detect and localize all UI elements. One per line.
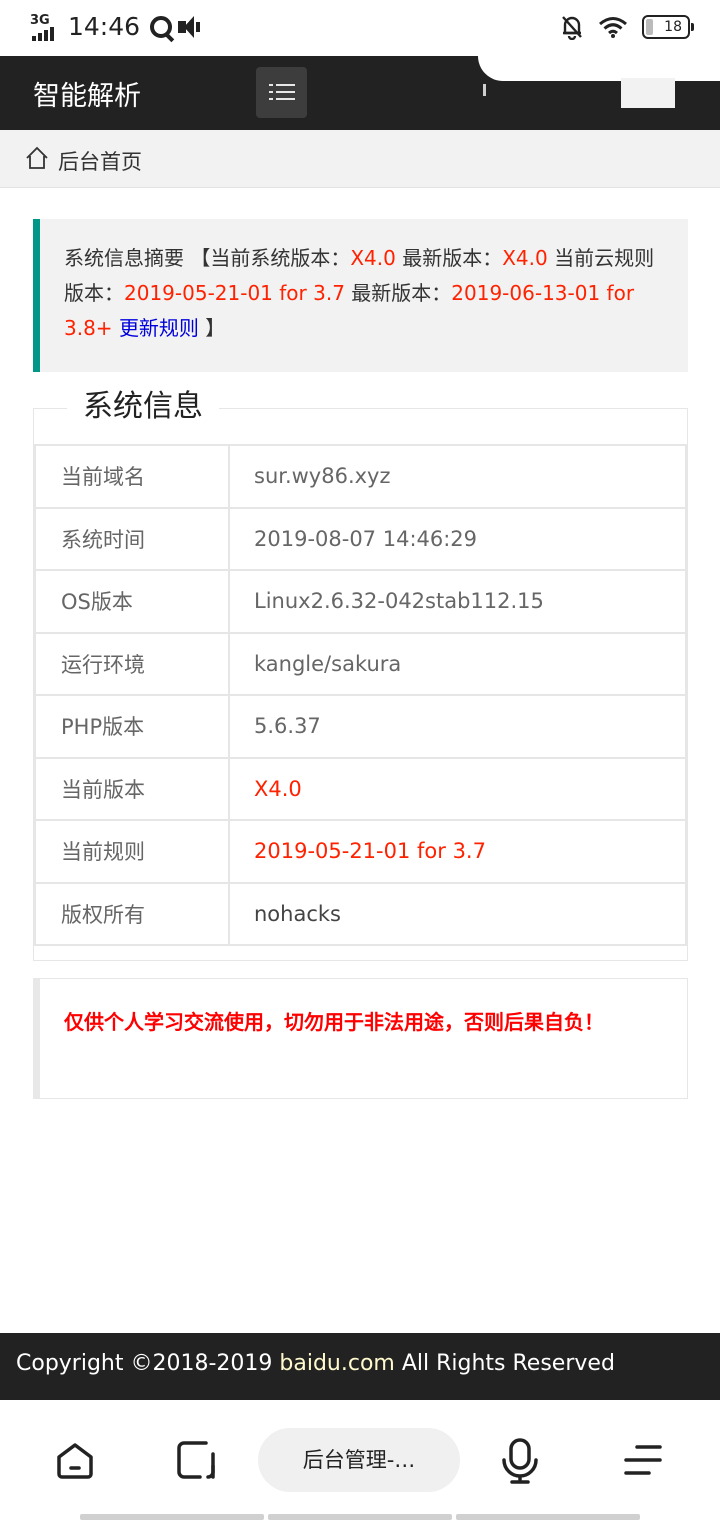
info-key: 当前域名	[34, 444, 230, 509]
table-row: 系统时间 2019-08-07 14:46:29	[34, 506, 687, 571]
info-value: 2019-08-07 14:46:29	[228, 506, 687, 571]
network-type: 3G	[30, 12, 50, 28]
table-row: 当前版本 X4.0	[34, 756, 687, 821]
system-info-table: 当前域名 sur.wy86.xyz 系统时间 2019-08-07 14:46:…	[34, 444, 687, 946]
menu-icon[interactable]	[623, 1443, 663, 1477]
top-header: 智能解析	[0, 56, 720, 130]
table-row: 当前域名 sur.wy86.xyz	[34, 444, 687, 509]
table-row: 运行环境 kangle/sakura	[34, 631, 687, 696]
info-value: 2019-05-21-01 for 3.7	[228, 819, 687, 884]
current-tab-title: 后台管理-…	[302, 1448, 416, 1472]
user-avatar[interactable]	[621, 78, 675, 108]
footer: Copyright ©2018-2019 baidu.com All Right…	[0, 1333, 720, 1400]
copyright-domain-link[interactable]: baidu.com	[279, 1351, 394, 1376]
mute-bell-icon	[562, 16, 582, 40]
info-key: 当前规则	[34, 819, 230, 884]
current-tab-button[interactable]: 后台管理-…	[258, 1428, 460, 1492]
battery-icon: 18	[642, 15, 694, 39]
table-row: 版权所有 nohacks	[34, 881, 687, 946]
breadcrumb: 后台首页	[0, 130, 720, 188]
home-icon[interactable]	[55, 1440, 95, 1480]
latest-rule-label: 最新版本：	[351, 281, 452, 305]
info-key: 运行环境	[34, 631, 230, 696]
summary-title: 系统信息摘要	[64, 246, 184, 270]
breadcrumb-home-link[interactable]: 后台首页	[58, 146, 142, 176]
battery-level: 18	[664, 19, 682, 35]
info-value: kangle/sakura	[228, 631, 687, 696]
summary-close-bracket: 】	[205, 316, 226, 340]
info-key: 系统时间	[34, 506, 230, 571]
browser-toolbar: 后台管理-…	[0, 1400, 720, 1520]
latest-version-value: X4.0	[502, 246, 548, 270]
table-row: PHP版本 5.6.37	[34, 694, 687, 759]
table-row: 当前规则 2019-05-21-01 for 3.7	[34, 819, 687, 884]
brand-title[interactable]: 智能解析	[33, 74, 141, 113]
disclaimer-text: 仅供个人学习交流使用，切勿用于非法用途，否则后果自负！	[64, 1010, 604, 1034]
gesture-indicator	[80, 1514, 640, 1520]
user-menu-caret[interactable]	[483, 84, 486, 96]
status-time: 14:46	[68, 12, 141, 41]
info-value: nohacks	[228, 881, 687, 946]
info-key: 当前版本	[34, 756, 230, 821]
info-value: X4.0	[228, 756, 687, 821]
status-bar: 3G 14:46 18	[0, 0, 720, 56]
info-key: 版权所有	[34, 881, 230, 946]
system-info-legend: 系统信息	[67, 387, 219, 427]
summary-open-bracket: 【	[190, 246, 211, 270]
info-value: sur.wy86.xyz	[228, 444, 687, 509]
list-menu-button[interactable]	[256, 67, 307, 118]
system-info-panel: 系统信息 当前域名 sur.wy86.xyz 系统时间 2019-08-07 1…	[33, 387, 688, 961]
disclaimer-box: 仅供个人学习交流使用，切勿用于非法用途，否则后果自负！	[33, 978, 688, 1099]
info-value: Linux2.6.32-042stab112.15	[228, 569, 687, 634]
current-rule-value: 2019-05-21-01 for 3.7	[124, 281, 345, 305]
redacted-area	[478, 56, 720, 81]
microphone-icon[interactable]	[500, 1438, 540, 1484]
info-key: OS版本	[34, 569, 230, 634]
info-key: PHP版本	[34, 694, 230, 759]
wifi-icon	[599, 17, 627, 38]
system-summary-card: 系统信息摘要 【当前系统版本：X4.0 最新版本：X4.0 当前云规则版本：20…	[33, 219, 688, 372]
copyright-prefix: Copyright ©2018-2019	[16, 1351, 280, 1376]
tabs-icon[interactable]	[176, 1440, 216, 1480]
signal-icon: 3G	[30, 13, 62, 41]
latest-version-label: 最新版本：	[402, 246, 503, 270]
info-value: 5.6.37	[228, 694, 687, 759]
home-icon	[26, 146, 48, 169]
copyright-suffix: All Rights Reserved	[394, 1351, 615, 1376]
current-version-label: 当前系统版本：	[210, 246, 351, 270]
current-version-value: X4.0	[350, 246, 396, 270]
table-row: OS版本 Linux2.6.32-042stab112.15	[34, 569, 687, 634]
qq-icon	[150, 15, 173, 38]
update-rules-link[interactable]: 更新规则	[119, 316, 199, 340]
speaker-icon	[178, 15, 202, 38]
page: 3G 14:46 18 智能解析 后台首页 系统信息摘要 【当前系统版本：X4.…	[0, 0, 720, 1520]
